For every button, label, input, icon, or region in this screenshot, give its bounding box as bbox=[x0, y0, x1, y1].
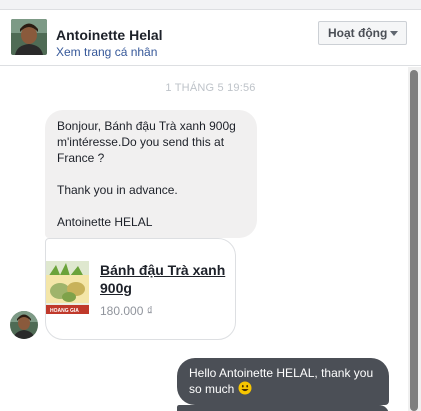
conversation-header: Antoinette Helal Xem trang cá nhân Hoạt … bbox=[0, 10, 421, 66]
sender-avatar[interactable] bbox=[10, 311, 38, 339]
message-timestamp: 1 THÁNG 5 19:56 bbox=[165, 82, 256, 94]
message-line: Antoinette HELAL bbox=[57, 215, 153, 229]
outgoing-message-text: Hello Antoinette HELAL, thank you so muc… bbox=[189, 366, 374, 396]
status-label: Hoạt động bbox=[328, 26, 388, 40]
product-card[interactable]: HOANG GIA Bánh đậu Trà xanh 900g 180.000… bbox=[45, 238, 236, 340]
product-image-label: HOANG GIA bbox=[50, 308, 79, 314]
message-line bbox=[57, 166, 245, 182]
smile-emoji-icon bbox=[238, 381, 252, 395]
product-name-link[interactable]: Bánh đậu Trà xanh 900g bbox=[100, 261, 230, 297]
product-thumbnail[interactable]: HOANG GIA bbox=[46, 261, 89, 319]
message-line: Thank you in advance. bbox=[57, 183, 178, 197]
message-line: m'intéresse.Do you send this at bbox=[57, 135, 225, 149]
product-price: 180.000 ₫ bbox=[100, 304, 153, 318]
outgoing-message-bubble-next[interactable] bbox=[177, 405, 389, 411]
contact-name[interactable]: Antoinette Helal bbox=[56, 27, 163, 43]
message-line bbox=[57, 198, 245, 214]
window-top-strip bbox=[0, 0, 421, 10]
chevron-down-icon bbox=[390, 31, 398, 36]
view-profile-link[interactable]: Xem trang cá nhân bbox=[56, 45, 157, 59]
message-line: Bonjour, Bánh đậu Trà xanh 900g bbox=[57, 119, 236, 133]
message-line: France ? bbox=[57, 151, 105, 165]
scrollbar-thumb[interactable] bbox=[410, 70, 418, 411]
contact-avatar[interactable] bbox=[11, 19, 47, 55]
incoming-message-bubble[interactable]: Bonjour, Bánh đậu Trà xanh 900g m'intére… bbox=[45, 110, 257, 238]
status-dropdown-button[interactable]: Hoạt động bbox=[318, 21, 407, 45]
outgoing-message-bubble[interactable]: Hello Antoinette HELAL, thank you so muc… bbox=[177, 358, 389, 405]
